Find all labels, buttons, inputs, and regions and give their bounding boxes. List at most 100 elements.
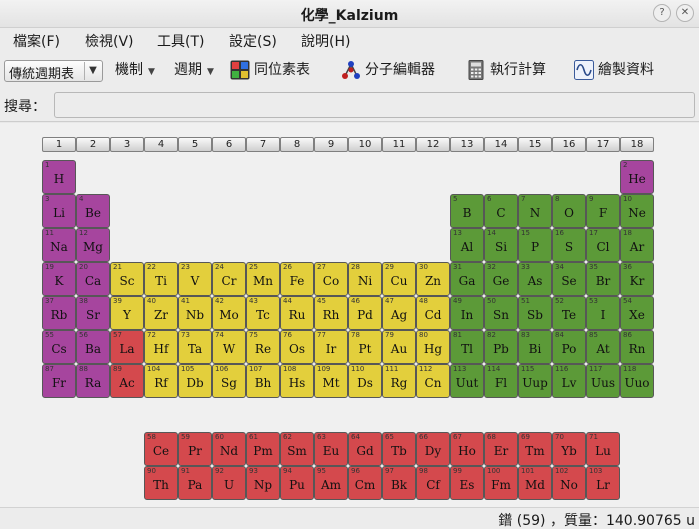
element-nb[interactable]: 41 Nb (178, 296, 212, 330)
menu-help[interactable]: 說明(H) (301, 31, 350, 51)
calculator-button[interactable]: 執行計算 (466, 60, 546, 80)
element-ra[interactable]: 88 Ra (76, 364, 110, 398)
period-button[interactable]: 週期 ▼ (174, 60, 214, 82)
element-ho[interactable]: 67 Ho (450, 432, 484, 466)
element-rg[interactable]: 111 Rg (382, 364, 416, 398)
element-te[interactable]: 52 Te (552, 296, 586, 330)
element-tc[interactable]: 43 Tc (246, 296, 280, 330)
element-i[interactable]: 53 I (586, 296, 620, 330)
group-header-11[interactable]: 11 (382, 137, 416, 152)
element-gd[interactable]: 64 Gd (348, 432, 382, 466)
element-zn[interactable]: 30 Zn (416, 262, 450, 296)
element-u[interactable]: 92 U (212, 466, 246, 500)
group-header-17[interactable]: 17 (586, 137, 620, 152)
element-w[interactable]: 74 W (212, 330, 246, 364)
element-er[interactable]: 68 Er (484, 432, 518, 466)
element-b[interactable]: 5B (450, 194, 484, 228)
element-uup[interactable]: 115 Uup (518, 364, 552, 398)
element-h[interactable]: 1H (42, 160, 76, 194)
element-sb[interactable]: 51 Sb (518, 296, 552, 330)
molecule-editor-button[interactable]: 分子編輯器 (341, 60, 435, 80)
element-mn[interactable]: 25 Mn (246, 262, 280, 296)
element-co[interactable]: 27 Co (314, 262, 348, 296)
element-ds[interactable]: 110 Ds (348, 364, 382, 398)
element-sm[interactable]: 62 Sm (280, 432, 314, 466)
element-mo[interactable]: 42 Mo (212, 296, 246, 330)
element-au[interactable]: 79 Au (382, 330, 416, 364)
element-pm[interactable]: 61 Pm (246, 432, 280, 466)
element-uuo[interactable]: 118 Uuo (620, 364, 654, 398)
element-br[interactable]: 35 Br (586, 262, 620, 296)
group-header-5[interactable]: 5 (178, 137, 212, 152)
element-ge[interactable]: 32 Ge (484, 262, 518, 296)
element-nd[interactable]: 60 Nd (212, 432, 246, 466)
element-no[interactable]: 102 No (552, 466, 586, 500)
element-k[interactable]: 19 K (42, 262, 76, 296)
element-bh[interactable]: 107 Bh (246, 364, 280, 398)
element-he[interactable]: 2 He (620, 160, 654, 194)
element-bk[interactable]: 97 Bk (382, 466, 416, 500)
element-xe[interactable]: 54 Xe (620, 296, 654, 330)
element-hg[interactable]: 80 Hg (416, 330, 450, 364)
element-uus[interactable]: 117 Uus (586, 364, 620, 398)
element-re[interactable]: 75 Re (246, 330, 280, 364)
element-tb[interactable]: 65 Tb (382, 432, 416, 466)
element-ni[interactable]: 28 Ni (348, 262, 382, 296)
element-fl[interactable]: 114 Fl (484, 364, 518, 398)
element-kr[interactable]: 36 Kr (620, 262, 654, 296)
element-sr[interactable]: 38 Sr (76, 296, 110, 330)
element-ce[interactable]: 58 Ce (144, 432, 178, 466)
element-lv[interactable]: 116 Lv (552, 364, 586, 398)
element-ba[interactable]: 56 Ba (76, 330, 110, 364)
group-header-3[interactable]: 3 (110, 137, 144, 152)
element-ne[interactable]: 10 Ne (620, 194, 654, 228)
group-header-4[interactable]: 4 (144, 137, 178, 152)
element-eu[interactable]: 63 Eu (314, 432, 348, 466)
element-hf[interactable]: 72 Hf (144, 330, 178, 364)
element-pt[interactable]: 78 Pt (348, 330, 382, 364)
element-pb[interactable]: 82 Pb (484, 330, 518, 364)
group-header-6[interactable]: 6 (212, 137, 246, 152)
menu-tools[interactable]: 工具(T) (157, 31, 204, 51)
isotope-table-button[interactable]: 同位素表 (230, 60, 310, 80)
element-cd[interactable]: 48 Cd (416, 296, 450, 330)
element-pa[interactable]: 91 Pa (178, 466, 212, 500)
group-header-1[interactable]: 1 (42, 137, 76, 152)
element-in[interactable]: 49 In (450, 296, 484, 330)
element-cm[interactable]: 96 Cm (348, 466, 382, 500)
element-db[interactable]: 105 Db (178, 364, 212, 398)
element-bi[interactable]: 83 Bi (518, 330, 552, 364)
element-n[interactable]: 7N (518, 194, 552, 228)
group-header-8[interactable]: 8 (280, 137, 314, 152)
element-am[interactable]: 95 Am (314, 466, 348, 500)
element-be[interactable]: 4 Be (76, 194, 110, 228)
element-ru[interactable]: 44 Ru (280, 296, 314, 330)
group-header-10[interactable]: 10 (348, 137, 382, 152)
element-mt[interactable]: 109 Mt (314, 364, 348, 398)
element-np[interactable]: 93 Np (246, 466, 280, 500)
element-at[interactable]: 85 At (586, 330, 620, 364)
element-es[interactable]: 99 Es (450, 466, 484, 500)
element-cn[interactable]: 112 Cn (416, 364, 450, 398)
element-rb[interactable]: 37 Rb (42, 296, 76, 330)
element-ga[interactable]: 31 Ga (450, 262, 484, 296)
element-si[interactable]: 14 Si (484, 228, 518, 262)
element-fr[interactable]: 87 Fr (42, 364, 76, 398)
element-cu[interactable]: 29 Cu (382, 262, 416, 296)
element-ti[interactable]: 22 Ti (144, 262, 178, 296)
element-yb[interactable]: 70 Yb (552, 432, 586, 466)
element-tm[interactable]: 69 Tm (518, 432, 552, 466)
menu-view[interactable]: 檢視(V) (85, 31, 134, 51)
group-header-15[interactable]: 15 (518, 137, 552, 152)
group-header-13[interactable]: 13 (450, 137, 484, 152)
element-na[interactable]: 11 Na (42, 228, 76, 262)
element-as[interactable]: 33 As (518, 262, 552, 296)
menu-settings[interactable]: 設定(S) (229, 31, 277, 51)
element-o[interactable]: 8O (552, 194, 586, 228)
group-header-12[interactable]: 12 (416, 137, 450, 152)
element-c[interactable]: 6C (484, 194, 518, 228)
element-sn[interactable]: 50 Sn (484, 296, 518, 330)
element-cf[interactable]: 98 Cf (416, 466, 450, 500)
element-mg[interactable]: 12 Mg (76, 228, 110, 262)
help-button[interactable]: ? (653, 4, 671, 22)
